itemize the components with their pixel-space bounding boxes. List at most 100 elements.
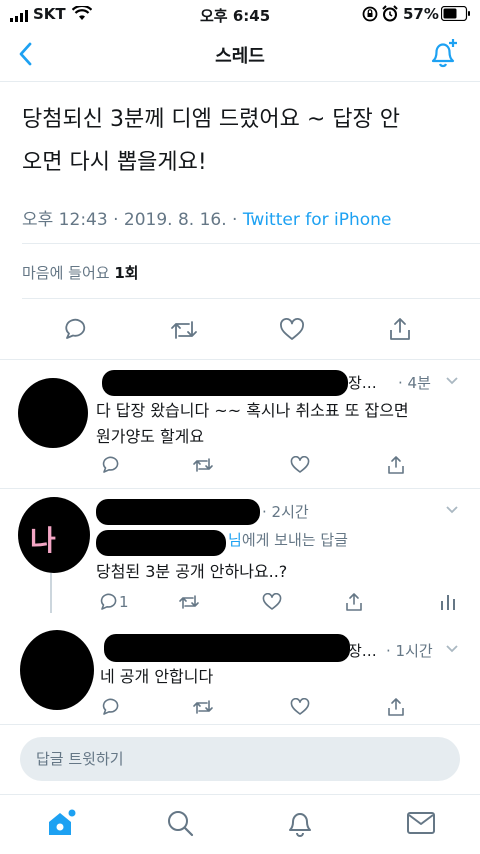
retweet-button[interactable] bbox=[170, 318, 198, 342]
bell-icon bbox=[289, 813, 311, 837]
tab-home[interactable] bbox=[46, 809, 76, 841]
retweet-button[interactable] bbox=[192, 456, 214, 474]
display-name-suffix: 장… bbox=[348, 642, 377, 660]
reply-tweet[interactable]: 나 · 2시간 님에게 보내는 답글 당첨된 3분 공개 안하나요..? 1 bbox=[0, 489, 480, 619]
nav-bar: 스레드 bbox=[0, 28, 480, 82]
chevron-down-icon bbox=[446, 506, 458, 514]
heart-icon bbox=[290, 698, 310, 715]
reply-input[interactable] bbox=[20, 737, 460, 781]
like-button[interactable] bbox=[279, 318, 305, 342]
reply-compose-box[interactable] bbox=[20, 737, 460, 781]
status-bar: SKT 오후 6:45 57% bbox=[0, 0, 480, 28]
heart-icon bbox=[290, 456, 310, 473]
tweet-date: 2019. 8. 16. bbox=[123, 210, 227, 230]
tweet-menu-button[interactable] bbox=[444, 373, 460, 392]
share-icon bbox=[388, 456, 404, 474]
notification-subscribe-button[interactable] bbox=[428, 38, 460, 70]
wifi-icon bbox=[71, 4, 93, 25]
share-button[interactable] bbox=[386, 455, 406, 475]
avatar[interactable] bbox=[18, 378, 88, 448]
chevron-down-icon bbox=[446, 645, 458, 653]
tweet-time: 오후 12:43 bbox=[22, 210, 108, 230]
reply-icon bbox=[65, 318, 86, 339]
reply-tweet[interactable]: 장… · 1시간 네 공개 안합니다 bbox=[0, 620, 480, 724]
heart-icon bbox=[280, 318, 304, 340]
divider bbox=[0, 724, 480, 725]
page-title: 스레드 bbox=[215, 46, 265, 67]
reply-time: · 4분 bbox=[398, 374, 431, 392]
tweet-text-line: 오면 다시 뽑을게요! bbox=[22, 150, 207, 175]
reply-text-line: 원가양도 할게요 bbox=[96, 427, 205, 446]
clock: 오후 6:45 bbox=[200, 7, 271, 25]
reply-time: · 2시간 bbox=[262, 503, 309, 521]
retweet-icon bbox=[193, 700, 213, 714]
redacted-username bbox=[102, 370, 348, 396]
reply-tweet[interactable]: 장… · 4분 다 답장 왔습니다 ~~ 혹시나 취소표 또 잡으면 원가양도 … bbox=[0, 360, 480, 488]
meta-separator: · bbox=[232, 210, 238, 230]
analytics-icon bbox=[441, 595, 455, 610]
reply-button[interactable] bbox=[100, 456, 120, 474]
tab-bar bbox=[0, 794, 480, 854]
likes-count: 1회 bbox=[114, 264, 139, 282]
divider bbox=[22, 243, 480, 244]
share-button[interactable] bbox=[386, 697, 406, 717]
replying-to-label: 에게 보내는 답글 bbox=[241, 531, 348, 549]
reply-icon bbox=[100, 593, 117, 610]
reply-button[interactable] bbox=[100, 698, 120, 716]
like-button[interactable] bbox=[290, 456, 310, 474]
battery-icon bbox=[440, 5, 471, 25]
tab-notifications[interactable] bbox=[286, 809, 314, 841]
tweet-menu-button[interactable] bbox=[444, 641, 460, 660]
retweet-icon bbox=[171, 321, 197, 339]
reply-count: 1 bbox=[119, 593, 129, 611]
tweet-meta: 오후 12:43 · 2019. 8. 16. · Twitter for iP… bbox=[22, 205, 391, 230]
share-icon bbox=[388, 698, 404, 716]
reply-text: 네 공개 안합니다 bbox=[100, 667, 214, 686]
retweet-button[interactable] bbox=[178, 593, 200, 611]
reply-time: · 1시간 bbox=[386, 642, 433, 660]
mail-icon bbox=[407, 812, 435, 834]
likes-label: 마음에 들어요 bbox=[22, 264, 110, 282]
bell-plus-icon bbox=[431, 39, 457, 68]
battery-percent: 57% bbox=[403, 5, 439, 23]
share-icon bbox=[390, 318, 410, 340]
redacted-username bbox=[104, 634, 350, 662]
signal-icon bbox=[10, 8, 30, 26]
reply-icon bbox=[102, 698, 119, 715]
reply-button[interactable] bbox=[98, 593, 118, 611]
retweet-icon bbox=[179, 595, 199, 609]
share-icon bbox=[346, 593, 362, 611]
replying-to-user-link[interactable]: 님 bbox=[228, 531, 242, 549]
avatar-glyph: 나 bbox=[30, 524, 56, 557]
tweet-source-link[interactable]: Twitter for iPhone bbox=[243, 210, 392, 230]
carrier-label: SKT bbox=[33, 5, 66, 23]
likes-link[interactable]: 마음에 들어요 1회 bbox=[22, 262, 139, 283]
chevron-down-icon bbox=[446, 377, 458, 385]
tweet-text: 당첨되신 3분께 디엠 드렸어요 ~ 답장 안 오면 다시 뽑을게요! bbox=[22, 98, 468, 184]
like-button[interactable] bbox=[290, 698, 310, 716]
retweet-button[interactable] bbox=[192, 698, 214, 716]
avatar[interactable]: 나 bbox=[18, 497, 90, 573]
like-button[interactable] bbox=[262, 593, 282, 611]
retweet-icon bbox=[193, 458, 213, 472]
divider bbox=[22, 298, 480, 299]
reply-text: 당첨된 3분 공개 안하나요..? bbox=[96, 562, 288, 581]
meta-separator: · bbox=[113, 210, 119, 230]
analytics-button[interactable] bbox=[440, 593, 456, 611]
redacted-mention bbox=[96, 530, 226, 556]
alarm-icon bbox=[382, 5, 398, 26]
reply-icon bbox=[102, 456, 119, 473]
reply-button[interactable] bbox=[62, 318, 88, 342]
tab-messages[interactable] bbox=[406, 810, 436, 840]
display-name-suffix: 장… bbox=[348, 374, 377, 392]
tab-search[interactable] bbox=[166, 809, 194, 841]
redacted-username bbox=[96, 499, 260, 525]
share-button[interactable] bbox=[387, 316, 413, 342]
reply-text: 다 답장 왔습니다 ~~ 혹시나 취소표 또 잡으면 원가양도 할게요 bbox=[96, 398, 468, 450]
avatar[interactable] bbox=[20, 630, 94, 710]
search-icon bbox=[168, 811, 194, 837]
home-icon bbox=[49, 809, 76, 835]
reply-text-line: 다 답장 왔습니다 ~~ 혹시나 취소표 또 잡으면 bbox=[96, 401, 409, 420]
share-button[interactable] bbox=[344, 592, 364, 612]
tweet-menu-button[interactable] bbox=[444, 502, 460, 521]
